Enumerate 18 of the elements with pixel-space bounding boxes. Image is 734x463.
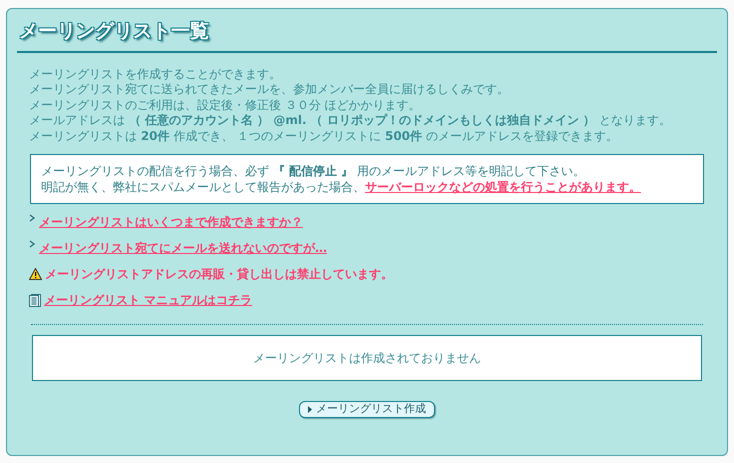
page-title: メーリングリスト一覧 xyxy=(17,17,717,52)
notice-text: メーリングリストの配信を行う場合、必ず 『 配信停止 』 用のメールアドレス等を明記して下さい。 xyxy=(41,163,586,179)
notice-text: 明記が無く、弊社にスパムメールとして報告があった場合、 xyxy=(41,179,365,195)
document-icon xyxy=(29,294,41,306)
intro-text: メーリングリスト宛てに送られてきたメールを、参加メンバー全員に届けるしくみです。 xyxy=(29,82,510,98)
intro-text: メールアドレスは （ 任意のアカウント名 ） @ml. （ ロリポップ！のドメインもしくは独自ドメイン ） となります。 xyxy=(29,113,672,128)
warning-icon xyxy=(29,268,42,280)
intro-text: メーリングリストのご利用は、設定後・修正後 ３０分 ほどかかります。 xyxy=(29,98,422,113)
warning-link[interactable]: サーバーロックなどの処置を行うことがあります。 xyxy=(365,179,641,195)
empty-message: メーリングリストは作成されておりません xyxy=(253,350,481,367)
caret-icon xyxy=(308,406,312,413)
help-link[interactable]: メーリングリスト マニュアルはコチラ xyxy=(44,291,252,309)
warning-text: メーリングリストアドレスの再販・貸し出しは禁止しています。 xyxy=(45,266,393,283)
intro-text: メーリングリストは 20件 作成でき、 １つのメーリングリストに 500件 のメールアドレスを登録できます。 xyxy=(29,128,619,144)
create-button[interactable]: メーリングリスト作成 xyxy=(299,401,435,418)
help-link[interactable]: メーリングリスト宛てにメールを送れないのですが… xyxy=(39,239,327,257)
help-link[interactable]: メーリングリストはいくつまで作成できますか？ xyxy=(39,213,303,231)
intro-text: メーリングリストを作成することができます。 xyxy=(29,66,282,82)
